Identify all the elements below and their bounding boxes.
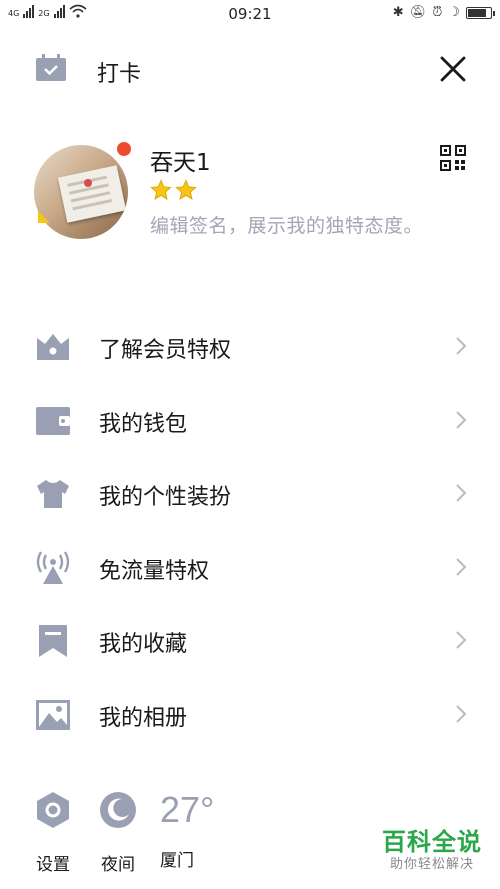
- bookmark-icon: [39, 625, 67, 657]
- bluetooth-icon: ✱: [392, 5, 404, 20]
- menu-label-vip: 了解会员特权: [99, 338, 232, 363]
- star-icon: [175, 179, 197, 200]
- avatar-image-page: [57, 165, 127, 223]
- avatar-corner-badge: [38, 211, 50, 223]
- city-label: 厦门: [160, 851, 194, 871]
- signal-tower-icon: [36, 550, 70, 584]
- crown-icon: [37, 334, 69, 360]
- settings-label: 设置: [36, 855, 70, 875]
- chevron-right-icon: [456, 484, 467, 502]
- temperature: 27°: [160, 789, 215, 830]
- status-bar: 4G 2G 09:21 ✱ 🔕︎ ⏰︎ ☽: [0, 0, 500, 28]
- night-mode-label: 夜间: [101, 855, 135, 875]
- wallet-icon: [36, 406, 70, 435]
- menu-item-dressup[interactable]: 我的个性装扮: [0, 457, 500, 531]
- menu-label-free-data: 免流量特权: [99, 558, 210, 584]
- menu-item-favorites[interactable]: 我的收藏: [0, 604, 500, 678]
- calendar-check-icon[interactable]: [35, 54, 67, 82]
- menu-label-album: 我的相册: [99, 705, 188, 731]
- alarm-icon: ⏰︎: [432, 5, 443, 20]
- drawer-menu: 了解会员特权 我的钱包 我的个性装扮 免流量特权 我的收藏 我的相册: [0, 310, 500, 751]
- chevron-right-icon: [456, 557, 467, 576]
- notification-dot: [117, 142, 131, 156]
- menu-label-wallet: 我的钱包: [99, 411, 188, 437]
- signature-hint[interactable]: 编辑签名，展示我的独特态度。: [150, 211, 423, 238]
- settings-button[interactable]: 设置: [33, 790, 73, 875]
- tshirt-icon: [37, 480, 69, 508]
- menu-item-wallet[interactable]: 我的钱包: [0, 384, 500, 458]
- menu-item-album[interactable]: 我的相册: [0, 678, 500, 752]
- profile-section: 吞天1 编辑签名，展示我的独特态度。: [0, 135, 500, 255]
- night-mode-button[interactable]: 夜间: [98, 790, 138, 875]
- chevron-right-icon: [456, 631, 467, 649]
- battery-icon: [466, 6, 495, 19]
- qr-code-icon[interactable]: [440, 145, 466, 171]
- close-icon[interactable]: [436, 52, 470, 86]
- menu-label-dressup: 我的个性装扮: [99, 485, 232, 510]
- mute-icon: 🔕︎: [409, 5, 427, 20]
- watermark-subtitle: 助你轻松解决: [389, 857, 474, 872]
- battery-fill: [468, 8, 486, 17]
- level-stars[interactable]: [150, 179, 197, 201]
- username[interactable]: 吞天1: [150, 143, 211, 177]
- settings-hexagon-icon: [37, 792, 69, 828]
- menu-label-favorites: 我的收藏: [99, 632, 188, 657]
- watermark-logo: 百科全说 助你轻松解决: [376, 828, 488, 874]
- photo-icon: [36, 699, 70, 730]
- watermark-title: 百科全说: [382, 828, 482, 856]
- drawer-header: 打卡: [0, 40, 500, 100]
- checkin-label[interactable]: 打卡: [97, 56, 141, 88]
- avatar[interactable]: [34, 145, 128, 239]
- menu-item-free-data[interactable]: 免流量特权: [0, 531, 500, 605]
- chevron-right-icon: [456, 337, 467, 355]
- chevron-right-icon: [456, 704, 467, 723]
- moon-icon: [100, 792, 136, 828]
- chevron-right-icon: [456, 410, 467, 429]
- status-icons: ✱ 🔕︎ ⏰︎ ☽: [392, 5, 495, 20]
- moon-icon: ☽: [448, 5, 460, 20]
- star-icon: [150, 179, 172, 200]
- menu-item-vip[interactable]: 了解会员特权: [0, 310, 500, 384]
- avatar-image-detail: [84, 179, 92, 187]
- weather-button[interactable]: 27° 厦门: [160, 789, 216, 872]
